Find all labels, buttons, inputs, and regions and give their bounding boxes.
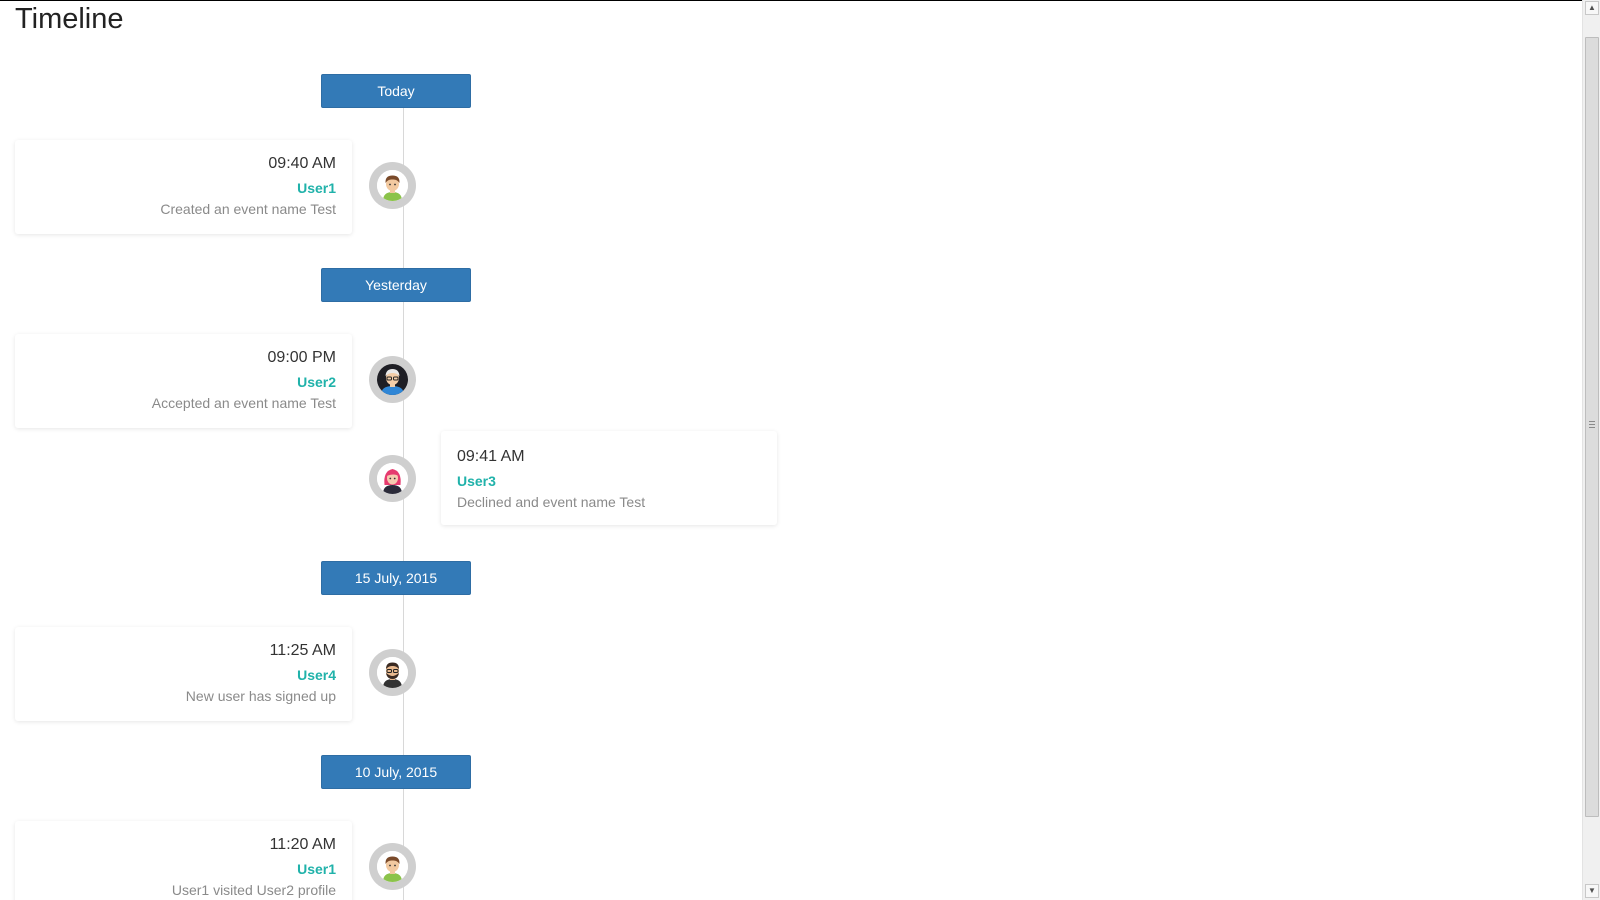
event-action: New user has signed up <box>185 688 336 704</box>
user4-avatar-icon <box>377 657 408 688</box>
user2-avatar-icon <box>377 364 408 395</box>
timeline-event-card: 09:41 AM User3 Declined and event name T… <box>441 431 777 525</box>
event-action: Created an event name Test <box>160 201 336 217</box>
date-badge-15-july-2015[interactable]: 15 July, 2015 <box>321 561 471 595</box>
date-badge-yesterday[interactable]: Yesterday <box>321 268 471 302</box>
user1-avatar-icon <box>377 851 408 882</box>
event-username[interactable]: User1 <box>31 179 336 197</box>
page-title: Timeline <box>15 3 124 35</box>
user3-avatar[interactable] <box>369 455 416 502</box>
event-username[interactable]: User2 <box>31 373 336 391</box>
user1-avatar[interactable] <box>369 843 416 890</box>
timeline-event-card: 11:25 AM User4 New user has signed up <box>15 627 352 721</box>
event-action: Declined and event name Test <box>457 494 646 510</box>
event-username[interactable]: User3 <box>457 472 761 490</box>
event-time: 11:20 AM <box>269 836 336 853</box>
scroll-down-arrow-icon[interactable]: ▼ <box>1585 884 1599 898</box>
scroll-up-arrow-icon[interactable]: ▲ <box>1585 1 1599 15</box>
window-top-border <box>0 0 1582 1</box>
timeline-event-card: 11:20 AM User1 User1 visited User2 profi… <box>15 821 352 900</box>
vertical-scrollbar[interactable]: ▲ ▼ <box>1582 0 1600 900</box>
timeline-event-card: 09:40 AM User1 Created an event name Tes… <box>15 140 352 234</box>
user1-avatar[interactable] <box>369 162 416 209</box>
event-time: 09:41 AM <box>457 448 525 465</box>
user2-avatar[interactable] <box>369 356 416 403</box>
event-time: 09:00 PM <box>267 349 336 366</box>
scroll-grip-icon <box>1589 421 1595 428</box>
event-action: User1 visited User2 profile <box>171 882 336 898</box>
event-username[interactable]: User1 <box>31 860 336 878</box>
event-username[interactable]: User4 <box>31 666 336 684</box>
user3-avatar-icon <box>377 463 408 494</box>
date-badge-10-july-2015[interactable]: 10 July, 2015 <box>321 755 471 789</box>
user4-avatar[interactable] <box>369 649 416 696</box>
scroll-thumb[interactable] <box>1585 37 1599 817</box>
event-time: 11:25 AM <box>269 642 336 659</box>
event-action: Accepted an event name Test <box>151 395 336 411</box>
timeline-event-card: 09:00 PM User2 Accepted an event name Te… <box>15 334 352 428</box>
user1-avatar-icon <box>377 170 408 201</box>
date-badge-today[interactable]: Today <box>321 74 471 108</box>
event-time: 09:40 AM <box>268 155 336 172</box>
